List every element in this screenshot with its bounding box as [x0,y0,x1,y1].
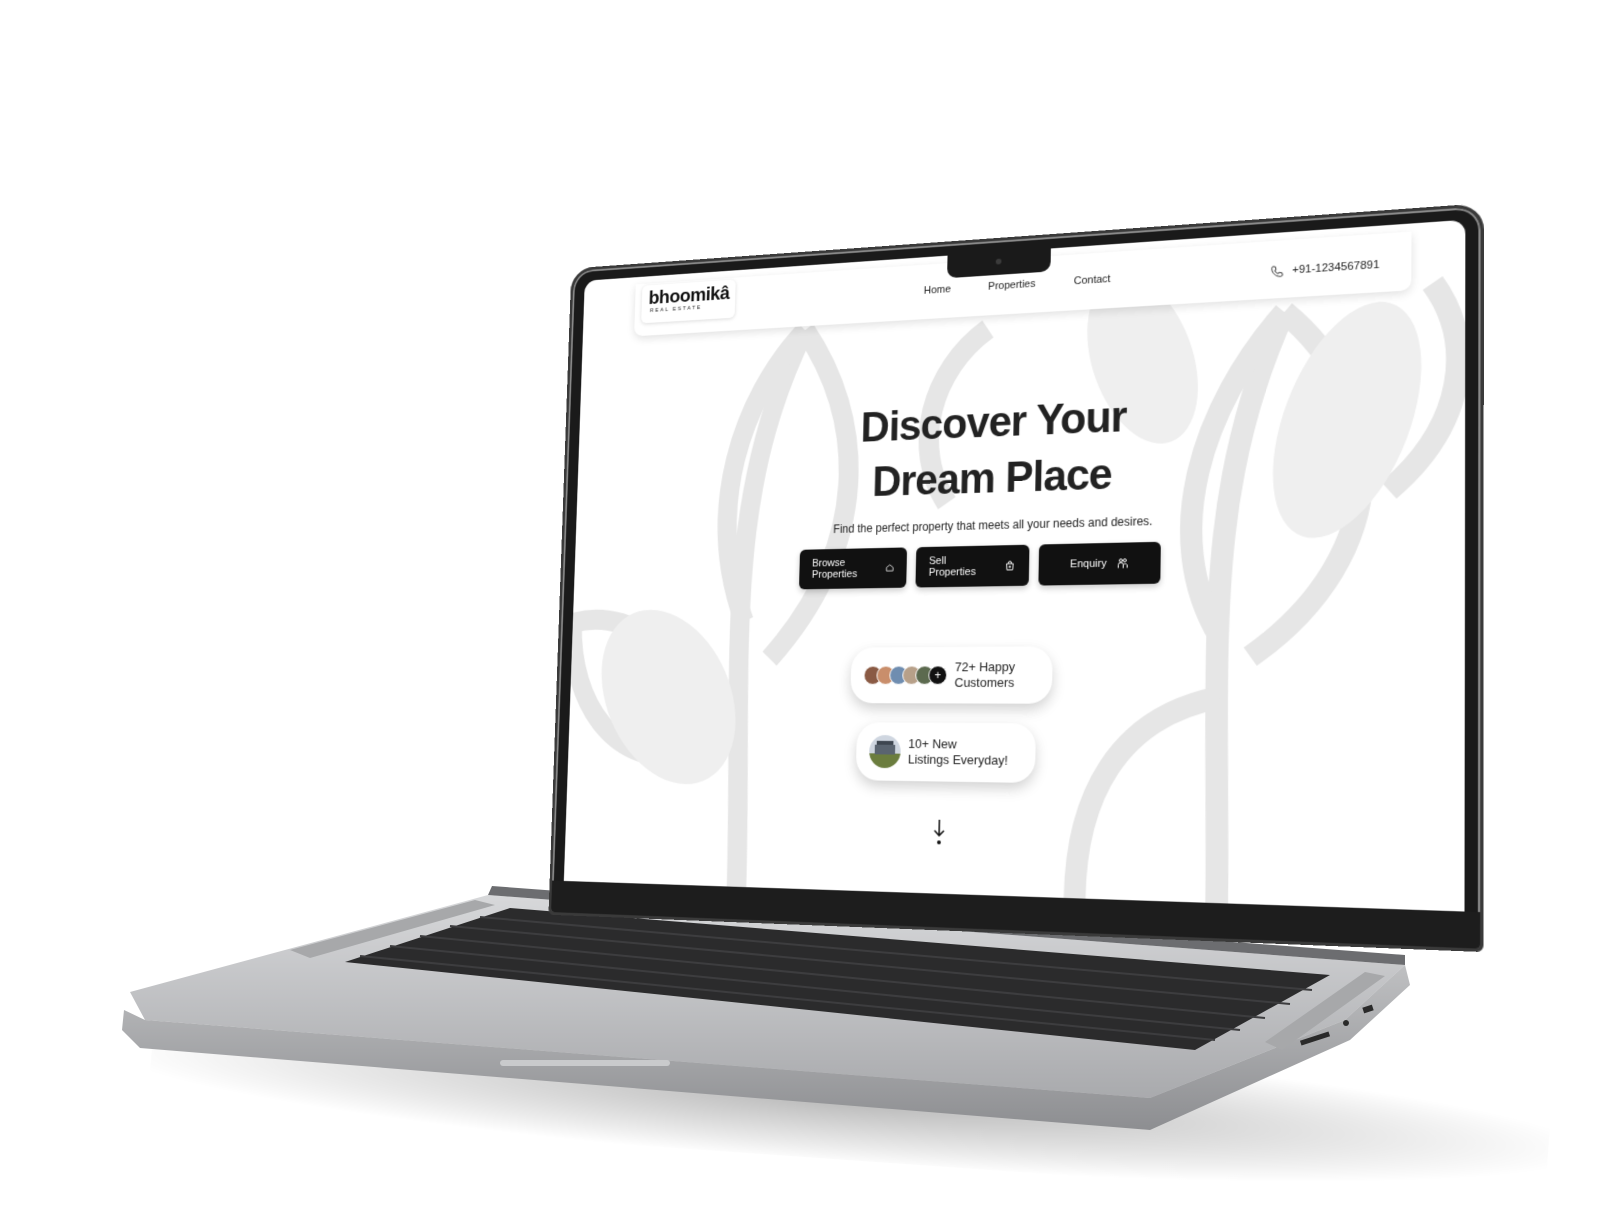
happy-customers-badge: + 72+ Happy Customers [850,646,1053,704]
nav-properties[interactable]: Properties [988,278,1036,292]
arrow-down-icon [932,819,946,845]
nav-home[interactable]: Home [924,284,951,297]
phone-icon [1269,264,1283,279]
laptop-lid: bhoomikâ REAL ESTATE Home Properties Con… [548,203,1484,953]
customers-text: 72+ Happy Customers [954,659,1015,690]
scroll-down-button[interactable] [932,819,946,852]
browse-properties-button[interactable]: Browse Properties [798,547,908,590]
customers-label: Customers [954,675,1015,690]
sell-properties-label: Sell Properties [928,555,976,579]
audio-jack [1343,1020,1349,1026]
bag-plus-icon [1004,560,1015,572]
phone-contact[interactable]: +91-1234567891 [1269,258,1379,279]
customer-avatars: + [863,665,948,685]
cta-row: Browse Properties Sell Properties Enquir… [798,541,1161,590]
sell-properties-button[interactable]: Sell Properties [915,544,1030,588]
phone-number: +91-1234567891 [1292,258,1380,277]
listings-text: 10+ New Listings Everyday! [908,736,1008,768]
enquiry-label: Enquiry [1069,557,1107,571]
house-photo [868,734,902,769]
camera-icon [995,258,1002,265]
listings-count: 10+ New [908,736,957,752]
nav-contact[interactable]: Contact [1074,273,1111,287]
site-logo[interactable]: bhoomikâ REAL ESTATE [641,279,736,324]
new-listings-badge: 10+ New Listings Everyday! [855,722,1036,784]
customers-count: 72+ Happy [954,659,1016,675]
more-customers-icon: + [928,665,948,685]
enquiry-button[interactable]: Enquiry [1038,541,1161,586]
people-icon [1116,557,1128,569]
house-icon [885,562,894,574]
laptop-screen: bhoomikâ REAL ESTATE Home Properties Con… [563,219,1466,912]
browse-properties-label: Browse Properties [811,557,858,581]
listings-label: Listings Everyday! [907,751,1008,768]
